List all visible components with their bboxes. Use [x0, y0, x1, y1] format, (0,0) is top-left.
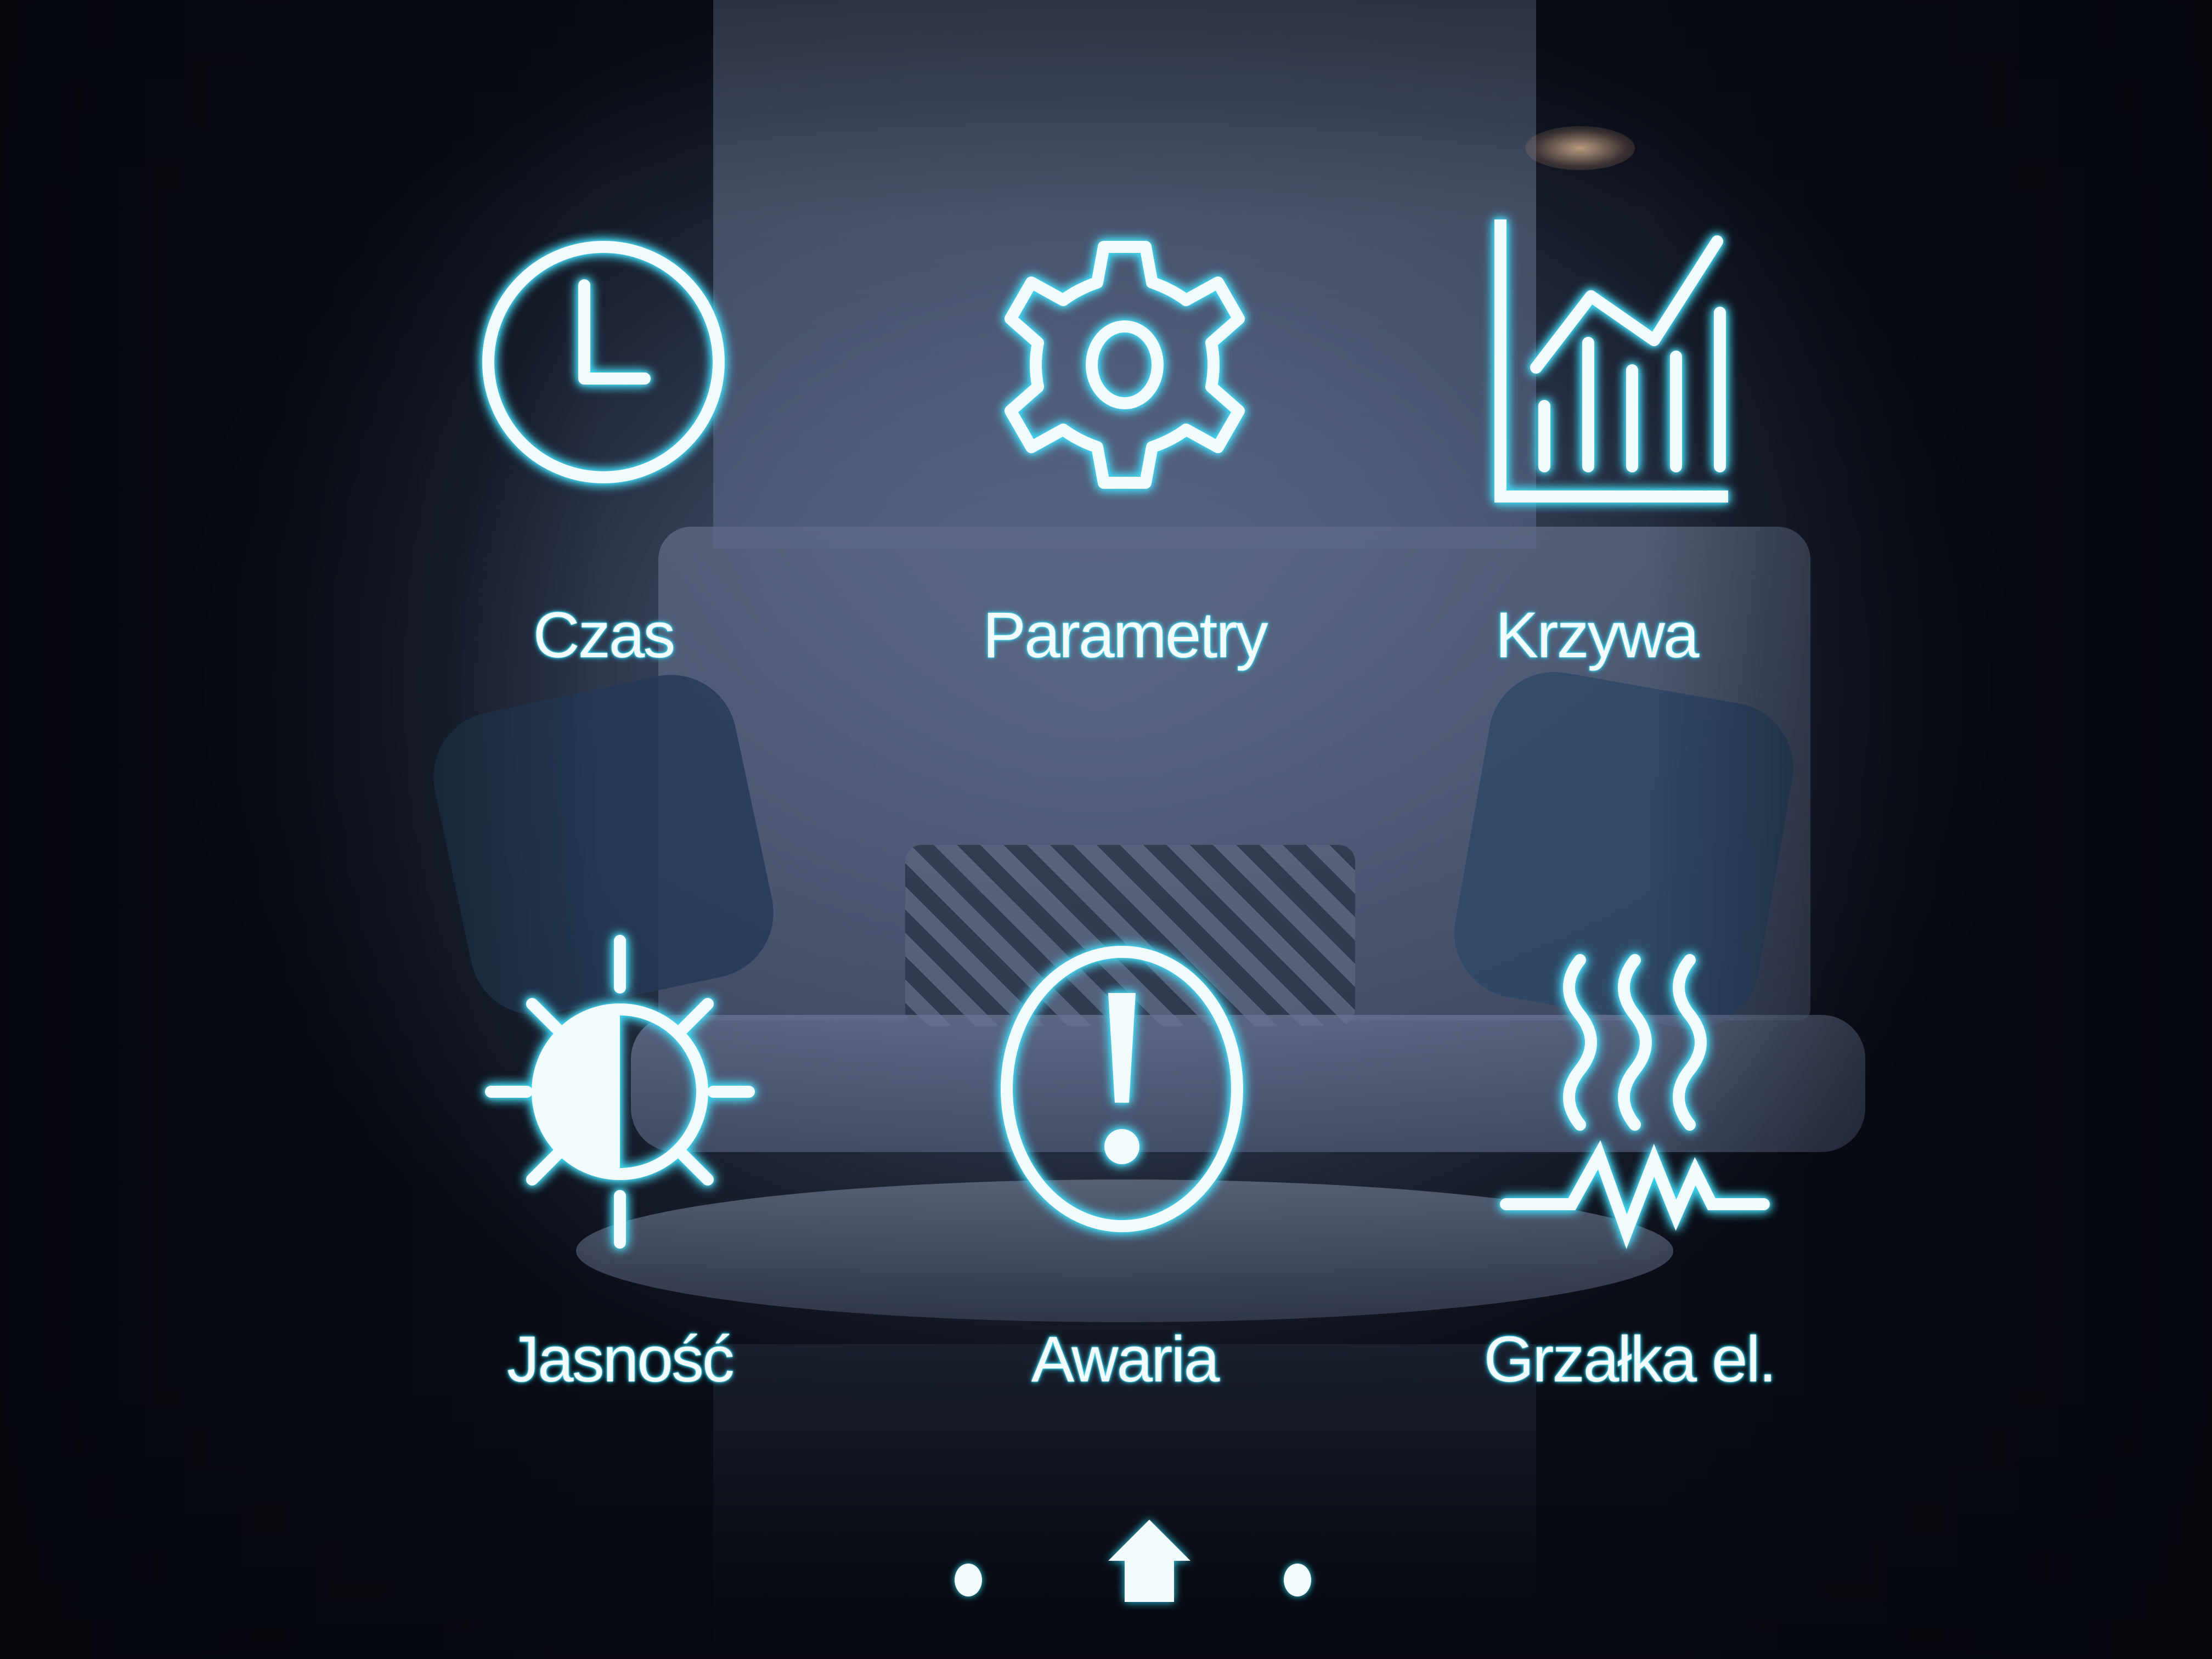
screen: Czas Parametry Krzywa Jasność Awaria Grz… [0, 0, 2212, 1659]
menu-item-krzywa[interactable]: Krzywa [1426, 203, 1767, 752]
brightness-icon [477, 927, 763, 1256]
heater-icon [1487, 927, 1772, 1256]
menu-item-awaria[interactable]: Awaria [955, 927, 1295, 1476]
page-dot-icon[interactable] [955, 1564, 982, 1596]
chart-icon [1454, 203, 1739, 532]
menu-item-parametry[interactable]: Parametry [955, 203, 1295, 752]
menu-item-label: Parametry [983, 599, 1268, 672]
page-dot-icon[interactable] [1284, 1564, 1311, 1596]
menu-item-grzalka[interactable]: Grzałka el. [1459, 927, 1799, 1476]
menu-item-label: Czas [533, 599, 676, 672]
background-lamp [1525, 126, 1635, 170]
home-icon[interactable] [1103, 1514, 1196, 1613]
menu-item-label: Krzywa [1495, 599, 1700, 672]
clock-icon [461, 203, 746, 532]
bottom-nav [933, 1503, 1372, 1613]
menu-item-czas[interactable]: Czas [433, 203, 774, 752]
menu-item-label: Grzałka el. [1483, 1323, 1777, 1396]
menu-item-label: Jasność [507, 1323, 735, 1396]
menu-item-jasnosc[interactable]: Jasność [450, 927, 790, 1476]
gear-icon [982, 203, 1267, 532]
menu-item-label: Awaria [1031, 1323, 1220, 1396]
alert-icon [982, 927, 1267, 1256]
